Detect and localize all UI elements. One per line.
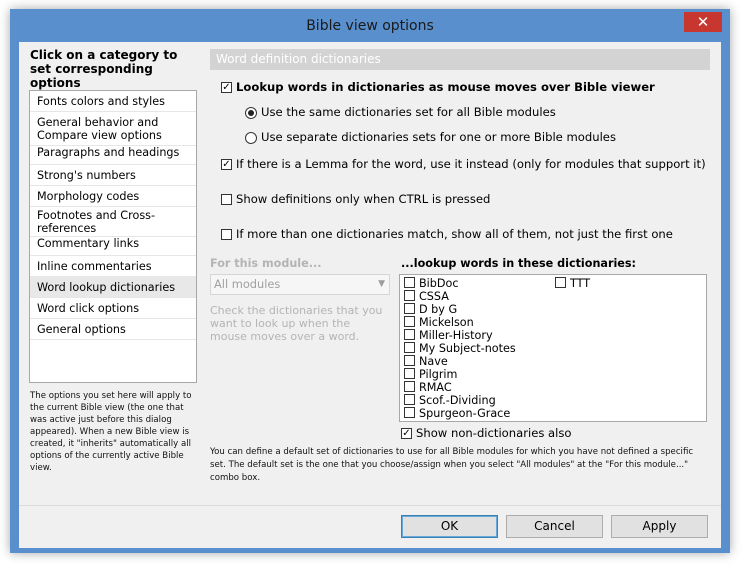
dictionary-label: Spurgeon-Grace bbox=[419, 407, 511, 420]
dictionary-checkbox[interactable] bbox=[555, 277, 566, 288]
category-item-general-behavior[interactable]: General behavior and Compare view option… bbox=[30, 112, 196, 146]
radio-dot bbox=[248, 110, 254, 116]
module-label: For this module... bbox=[210, 257, 322, 270]
category-note: The options you set here will apply to t… bbox=[30, 391, 192, 473]
dictionary-label: RMAC bbox=[419, 381, 452, 394]
show-non-dictionaries-label: Show non-dictionaries also bbox=[416, 426, 572, 440]
dictionary-checkbox[interactable] bbox=[404, 303, 415, 314]
category-item-general-options[interactable]: General options bbox=[30, 319, 196, 340]
module-hint: Check the dictionaries that you want to … bbox=[210, 304, 383, 343]
dictionary-item-rmac[interactable]: RMAC bbox=[404, 381, 452, 394]
cancel-button[interactable]: Cancel bbox=[506, 515, 603, 538]
radio-separate-dictionaries[interactable] bbox=[245, 132, 257, 144]
show-all-checkbox[interactable] bbox=[221, 229, 232, 240]
dictionaries-label: ...lookup words in these dictionaries: bbox=[401, 257, 637, 270]
category-item-morphology[interactable]: Morphology codes bbox=[30, 186, 196, 207]
category-list[interactable]: Fonts colors and styles General behavior… bbox=[29, 90, 197, 383]
lemma-label: If there is a Lemma for the word, use it… bbox=[236, 157, 706, 171]
dictionary-label: Pilgrim bbox=[419, 368, 458, 381]
footnote-text: You can define a default set of dictiona… bbox=[210, 447, 694, 483]
module-combo-value: All modules bbox=[214, 277, 281, 291]
category-item-fonts[interactable]: Fonts colors and styles bbox=[30, 91, 196, 112]
dictionary-label: Miller-History bbox=[419, 329, 493, 342]
dictionary-item-spurgeon-grace[interactable]: Spurgeon-Grace bbox=[404, 407, 510, 420]
section-title: Word definition dictionaries bbox=[210, 49, 710, 70]
dictionary-checkbox[interactable] bbox=[404, 394, 415, 405]
dictionary-item-bibdoc[interactable]: BibDoc bbox=[404, 277, 459, 290]
category-item-word-click[interactable]: Word click options bbox=[30, 298, 196, 319]
apply-button[interactable]: Apply bbox=[611, 515, 708, 538]
category-item-paragraphs[interactable]: Paragraphs and headings bbox=[30, 146, 196, 165]
dictionary-checkbox[interactable] bbox=[404, 342, 415, 353]
dictionary-label: My Subject-notes bbox=[419, 342, 516, 355]
dictionary-item-ttt[interactable]: TTT bbox=[555, 277, 590, 290]
dictionary-label: Scof.-Dividing bbox=[419, 394, 496, 407]
dictionary-label: Nave bbox=[419, 355, 448, 368]
dictionary-checkbox[interactable] bbox=[404, 329, 415, 340]
chevron-down-icon: ▼ bbox=[378, 279, 385, 289]
category-item-strongs[interactable]: Strong's numbers bbox=[30, 165, 196, 186]
dictionary-label: D by G bbox=[419, 303, 458, 316]
category-item-inline-commentaries[interactable]: Inline commentaries bbox=[30, 256, 196, 277]
divider bbox=[19, 505, 721, 506]
radio-same-label: Use the same dictionaries set for all Bi… bbox=[261, 105, 556, 119]
category-item-word-lookup[interactable]: Word lookup dictionaries bbox=[30, 277, 196, 298]
lookup-mouse-label: Lookup words in dictionaries as mouse mo… bbox=[236, 80, 655, 94]
ok-button[interactable]: OK bbox=[401, 515, 498, 538]
ctrl-only-checkbox[interactable] bbox=[221, 194, 232, 205]
dictionary-checkbox[interactable] bbox=[404, 355, 415, 366]
lookup-mouse-checkbox[interactable]: ✓ bbox=[221, 82, 232, 93]
dictionary-checkbox[interactable] bbox=[404, 381, 415, 392]
lemma-checkbox[interactable]: ✓ bbox=[221, 159, 232, 170]
dictionary-checkbox[interactable] bbox=[404, 277, 415, 288]
dictionary-checkbox[interactable] bbox=[404, 316, 415, 327]
module-combo[interactable]: All modules ▼ bbox=[210, 274, 390, 295]
show-non-dictionaries-checkbox[interactable]: ✓ bbox=[401, 428, 412, 439]
show-all-label: If more than one dictionaries match, sho… bbox=[236, 227, 673, 241]
dictionary-item-pilgrim[interactable]: Pilgrim bbox=[404, 368, 457, 381]
title-bar[interactable]: Bible view options bbox=[10, 9, 730, 43]
dictionary-checkbox[interactable] bbox=[404, 368, 415, 379]
dictionary-label: BibDoc bbox=[419, 277, 459, 290]
dictionary-item-miller-history[interactable]: Miller-History bbox=[404, 329, 493, 342]
dictionary-item-mickelson[interactable]: Mickelson bbox=[404, 316, 474, 329]
dictionary-item-my-subject-notes[interactable]: My Subject-notes bbox=[404, 342, 516, 355]
close-button[interactable]: ✕ bbox=[684, 12, 722, 32]
category-header: Click on a category to set corresponding… bbox=[30, 48, 178, 90]
dictionary-item-d-by-g[interactable]: D by G bbox=[404, 303, 457, 316]
dictionary-checkbox[interactable] bbox=[404, 407, 415, 418]
radio-separate-label: Use separate dictionaries sets for one o… bbox=[261, 130, 616, 144]
radio-same-dictionaries[interactable] bbox=[245, 107, 257, 119]
dictionary-label: CSSA bbox=[419, 290, 449, 303]
dictionary-item-scof-dividing[interactable]: Scof.-Dividing bbox=[404, 394, 496, 407]
dictionary-checkbox[interactable] bbox=[404, 290, 415, 301]
category-item-commentary-links[interactable]: Commentary links bbox=[30, 237, 196, 256]
dialog-title: Bible view options bbox=[306, 18, 434, 34]
category-item-footnotes[interactable]: Footnotes and Cross-references bbox=[30, 207, 196, 237]
ctrl-only-label: Show definitions only when CTRL is press… bbox=[236, 192, 491, 206]
dictionary-item-nave[interactable]: Nave bbox=[404, 355, 448, 368]
dictionary-label: TTT bbox=[570, 277, 591, 290]
dictionary-item-cssa[interactable]: CSSA bbox=[404, 290, 449, 303]
dictionary-label: Mickelson bbox=[419, 316, 474, 329]
dictionaries-list[interactable]: BibDoc CSSA D by G Mickelson Miller-Hist… bbox=[399, 274, 707, 422]
